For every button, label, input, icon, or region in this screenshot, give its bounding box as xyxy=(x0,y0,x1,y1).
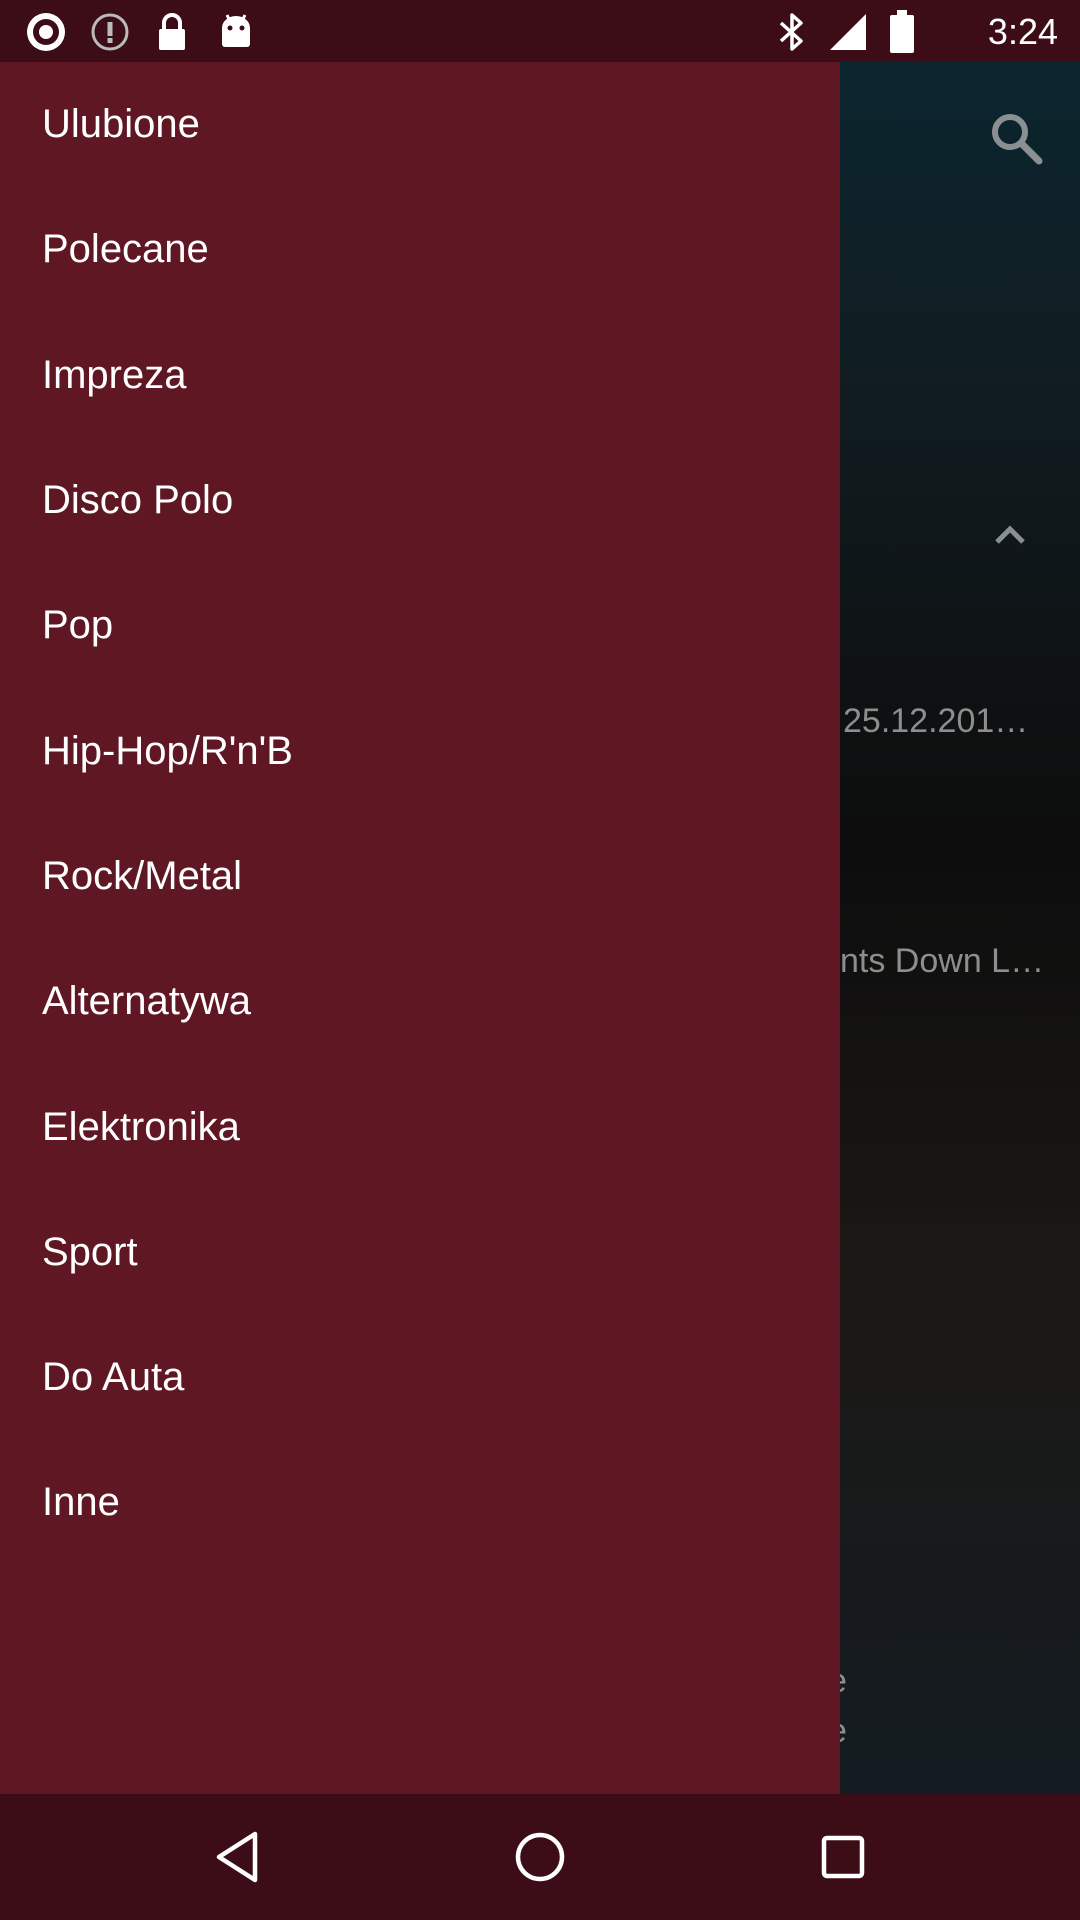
menu-item-elektronika[interactable]: Elektronika xyxy=(0,1064,840,1189)
system-navigation-bar xyxy=(0,1794,1080,1920)
menu-item-label: Elektronika xyxy=(42,1104,240,1149)
menu-item-label: Disco Polo xyxy=(42,478,234,523)
menu-item-disco-polo[interactable]: Disco Polo xyxy=(0,438,840,563)
menu-item-do-auta[interactable]: Do Auta xyxy=(0,1315,840,1440)
search-icon[interactable] xyxy=(985,107,1047,169)
menu-item-label: Inne xyxy=(42,1480,120,1525)
status-bar: 3:24 xyxy=(0,0,1080,62)
menu-item-label: Do Auta xyxy=(42,1355,185,1400)
clock: 3:24 xyxy=(987,11,1058,52)
back-icon[interactable] xyxy=(202,1822,272,1892)
menu-item-label: Rock/Metal xyxy=(42,853,243,898)
navigation-drawer: Ulubione Polecane Impreza Disco Polo Pop… xyxy=(0,62,840,1794)
menu-item-hip-hop[interactable]: Hip-Hop/R'n'B xyxy=(0,688,840,813)
battery-icon xyxy=(880,10,924,54)
menu-item-inne[interactable]: Inne xyxy=(0,1440,840,1565)
menu-item-label: Impreza xyxy=(42,352,187,397)
bluetooth-icon xyxy=(770,10,814,54)
signal-icon xyxy=(826,10,870,54)
date-fragment: 25.12.201… xyxy=(843,702,1029,740)
title-fragment: nts Down L… xyxy=(840,942,1045,980)
menu-item-label: Sport xyxy=(42,1229,138,1274)
lock-icon xyxy=(150,10,194,54)
menu-item-impreza[interactable]: Impreza xyxy=(0,313,840,438)
menu-item-ulubione[interactable]: Ulubione xyxy=(0,62,840,187)
menu-item-polecane[interactable]: Polecane xyxy=(0,187,840,312)
category-menu: Ulubione Polecane Impreza Disco Polo Pop… xyxy=(0,62,840,1566)
home-icon[interactable] xyxy=(505,1822,575,1892)
menu-item-label: Hip-Hop/R'n'B xyxy=(42,728,293,773)
menu-item-rock-metal[interactable]: Rock/Metal xyxy=(0,814,840,939)
menu-item-label: Ulubione xyxy=(42,102,200,147)
info-icon xyxy=(88,10,132,54)
menu-item-sport[interactable]: Sport xyxy=(0,1190,840,1315)
menu-item-label: Polecane xyxy=(42,227,209,272)
recents-icon[interactable] xyxy=(808,1822,878,1892)
menu-item-label: Pop xyxy=(42,603,114,648)
menu-item-label: Alternatywa xyxy=(42,979,251,1024)
menu-item-pop[interactable]: Pop xyxy=(0,563,840,688)
radio-icon xyxy=(24,10,68,54)
chevron-up-icon[interactable] xyxy=(985,510,1035,560)
android-icon xyxy=(214,10,258,54)
menu-item-alternatywa[interactable]: Alternatywa xyxy=(0,939,840,1064)
